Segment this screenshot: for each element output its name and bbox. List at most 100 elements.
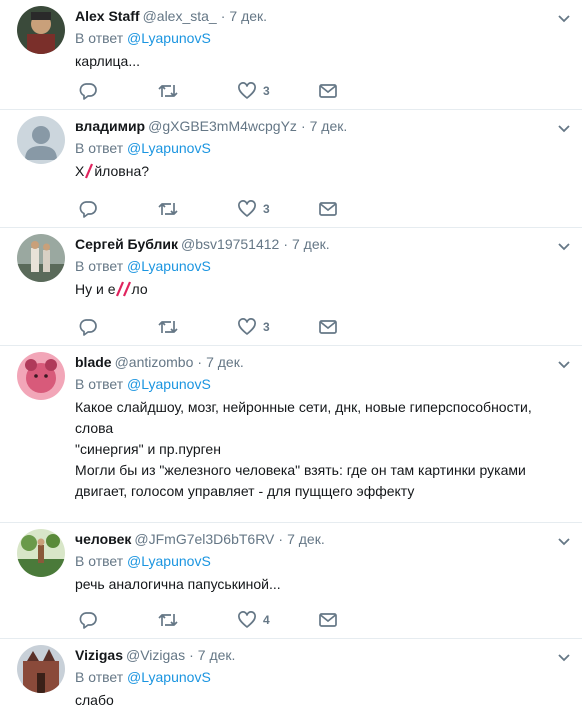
username[interactable]: @bsv19751412 (181, 236, 279, 252)
censor-mark (84, 161, 94, 182)
tweet[interactable]: blade @antizombo · 7 дек. В ответ @Lyapunov… (0, 346, 582, 523)
tweet-header: владимир @gXGBE3mM4wcpgYz · 7 дек. (75, 115, 570, 137)
retweet-button[interactable] (157, 317, 179, 337)
reply-mention-link[interactable]: @LyapunovS (127, 258, 211, 274)
tweet-header: Vizigas @Vizigas · 7 дек. (75, 644, 570, 666)
tweet[interactable]: владимир @gXGBE3mM4wcpgYz · 7 дек. В ответ … (0, 110, 582, 228)
display-name[interactable]: владимир (75, 118, 145, 134)
display-name[interactable]: Alex Staff (75, 8, 140, 24)
tweet-text-line: "синергия" и пр.пурген (75, 441, 221, 457)
timestamp[interactable]: 7 дек. (292, 236, 330, 252)
envelope-icon (319, 613, 337, 627)
timestamp[interactable]: 7 дек. (206, 354, 244, 370)
tweet-text-line: слабо (75, 692, 114, 708)
direct-message-button[interactable] (318, 317, 338, 337)
reply-prefix: В ответ (75, 376, 124, 392)
timestamp[interactable]: 7 дек. (229, 8, 267, 24)
reply-mention-link[interactable]: @LyapunovS (127, 30, 211, 46)
direct-message-button[interactable] (318, 81, 338, 101)
tweet-text-before: Х (75, 163, 85, 179)
reply-button[interactable] (78, 610, 98, 630)
separator-dot: · (220, 8, 226, 24)
timestamp[interactable]: 7 дек. (310, 118, 348, 134)
reply-mention-link[interactable]: @LyapunovS (127, 553, 211, 569)
direct-message-button[interactable] (318, 199, 338, 219)
censor-mark (115, 279, 132, 300)
avatar[interactable] (17, 645, 65, 693)
like-button[interactable]: 3 (237, 81, 270, 101)
tweet[interactable]: человек @JFmG7el3D6bT6RV · 7 дек. В ответ @… (0, 523, 582, 639)
tweet-text-line: карлица... (75, 53, 140, 69)
username[interactable]: @antizombo (115, 354, 194, 370)
tweet[interactable]: Vizigas @Vizigas · 7 дек. В ответ @Lyapunov… (0, 639, 582, 721)
separator-dot: · (278, 531, 284, 547)
tweet-text-line: Могли бы из "железного человека" взять: … (75, 462, 526, 478)
avatar[interactable] (17, 234, 65, 282)
tweet-text-before: Ну и е (75, 281, 116, 297)
tweet-header: Сергей Бублик @bsv19751412 · 7 дек. (75, 233, 570, 255)
reply-context: В ответ @LyapunovS (75, 27, 570, 49)
avatar[interactable] (17, 529, 65, 577)
reply-mention-link[interactable]: @LyapunovS (127, 669, 211, 685)
tweet-text-after: ло (131, 281, 148, 297)
username[interactable]: @gXGBE3mM4wcpgYz (148, 118, 297, 134)
avatar[interactable] (17, 116, 65, 164)
display-name[interactable]: blade (75, 354, 112, 370)
direct-message-button[interactable] (318, 610, 338, 630)
display-name[interactable]: Vizigas (75, 647, 123, 663)
tweet[interactable]: Alex Staff @alex_sta_ · 7 дек. В ответ @Lya… (0, 0, 582, 110)
reply-prefix: В ответ (75, 669, 124, 685)
reply-mention-link[interactable]: @LyapunovS (127, 140, 211, 156)
chevron-down-icon[interactable] (556, 120, 572, 136)
retweet-icon (158, 203, 178, 215)
heart-icon (238, 611, 256, 628)
tweet-text-line: речь аналогична папуськиной... (75, 576, 281, 592)
retweet-icon (158, 85, 178, 97)
timestamp[interactable]: 7 дек. (198, 647, 236, 663)
avatar[interactable] (17, 352, 65, 400)
retweet-icon (158, 614, 178, 626)
username[interactable]: @Vizigas (126, 647, 185, 663)
chevron-down-icon[interactable] (556, 533, 572, 549)
tweet-header: blade @antizombo · 7 дек. (75, 351, 570, 373)
retweet-button[interactable] (157, 81, 179, 101)
chevron-down-icon[interactable] (556, 238, 572, 254)
like-button[interactable]: 3 (237, 317, 270, 337)
chevron-down-icon[interactable] (556, 649, 572, 665)
separator-dot: · (283, 236, 288, 252)
display-name[interactable]: Сергей Бублик (75, 236, 178, 252)
like-count: 3 (263, 202, 270, 216)
tweet-actions: 3 (75, 317, 375, 337)
avatar[interactable] (17, 6, 65, 54)
like-button[interactable]: 3 (237, 199, 270, 219)
reply-button[interactable] (78, 317, 98, 337)
tweet-text: речь аналогична папуськиной... (75, 574, 570, 595)
reply-mention-link[interactable]: @LyapunovS (127, 376, 211, 392)
reply-context: В ответ @LyapunovS (75, 550, 570, 572)
tweet-header: человек @JFmG7el3D6bT6RV · 7 дек. (75, 528, 570, 550)
display-name[interactable]: человек (75, 531, 131, 547)
heart-icon (238, 318, 256, 335)
reply-button[interactable] (78, 81, 98, 101)
reply-context: В ответ @LyapunovS (75, 666, 570, 688)
envelope-icon (319, 320, 337, 334)
timestamp[interactable]: 7 дек. (287, 531, 325, 547)
reply-icon (79, 319, 97, 336)
tweet-actions: 3 (75, 199, 375, 219)
retweet-button[interactable] (157, 610, 179, 630)
heart-icon (238, 82, 256, 99)
retweet-icon (158, 321, 178, 333)
username[interactable]: @alex_sta_ (143, 8, 217, 24)
tweet[interactable]: Сергей Бублик @bsv19751412 · 7 дек. В ответ… (0, 228, 582, 346)
username[interactable]: @JFmG7el3D6bT6RV (134, 531, 274, 547)
chevron-down-icon[interactable] (556, 10, 572, 26)
separator-dot: · (300, 118, 306, 134)
like-button[interactable]: 4 (237, 610, 270, 630)
chevron-down-icon[interactable] (556, 356, 572, 372)
reply-button[interactable] (78, 199, 98, 219)
separator-dot: · (189, 647, 194, 663)
retweet-button[interactable] (157, 199, 179, 219)
reply-context: В ответ @LyapunovS (75, 255, 570, 277)
envelope-icon (319, 202, 337, 216)
like-count: 3 (263, 320, 270, 334)
